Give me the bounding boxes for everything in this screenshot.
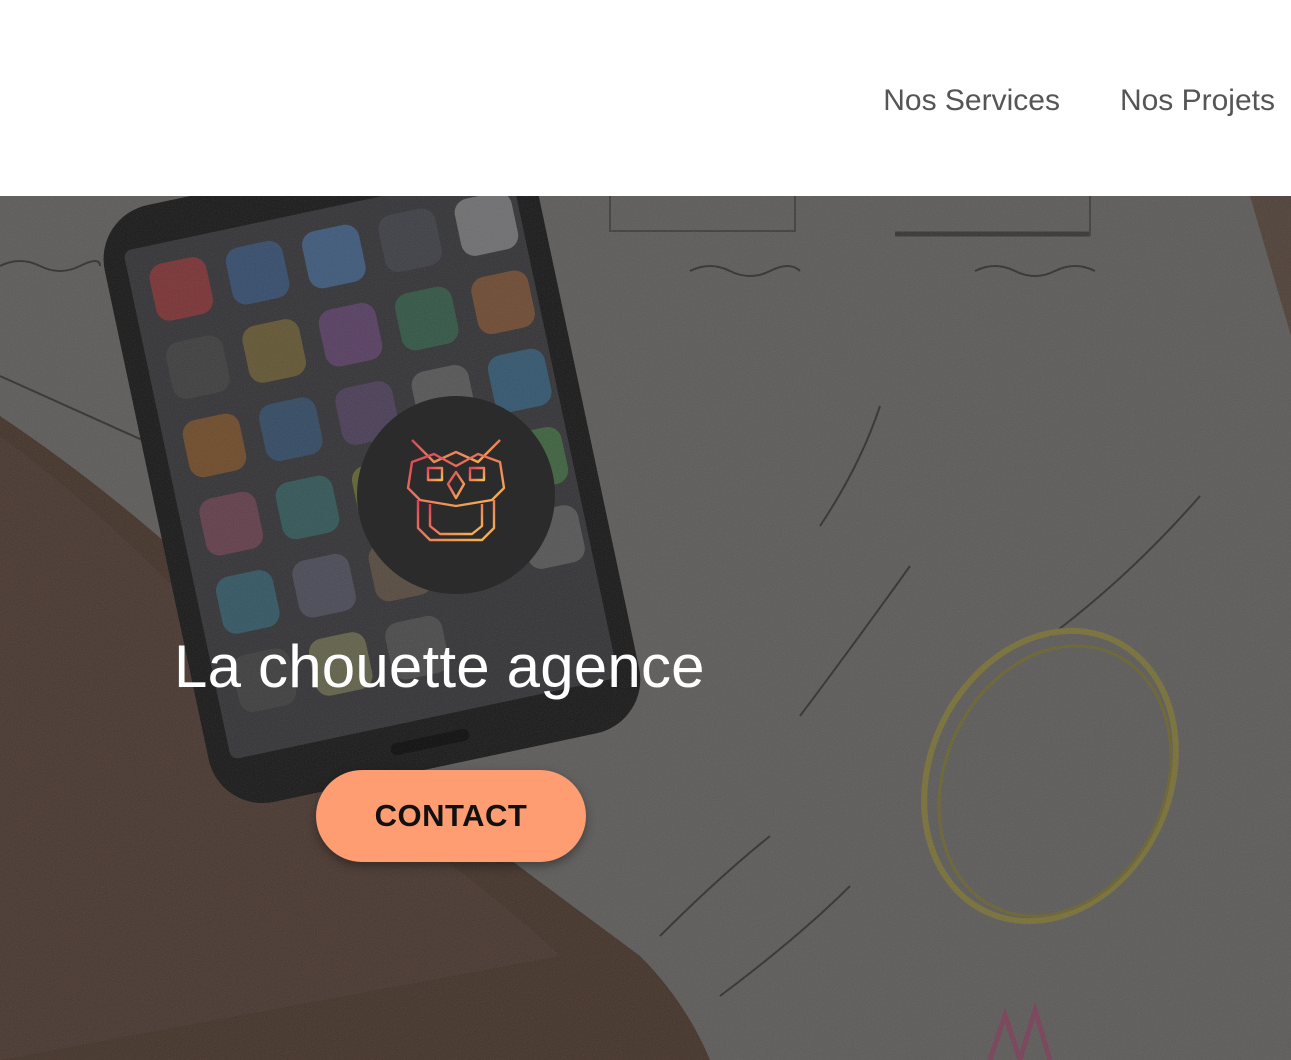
contact-button[interactable]: CONTACT	[316, 770, 586, 862]
hero-background-image	[0, 196, 1291, 1060]
main-nav: Nos Services Nos Projets	[883, 84, 1275, 118]
nav-link-services[interactable]: Nos Services	[883, 84, 1060, 118]
logo-badge	[357, 396, 555, 594]
owl-icon	[406, 439, 506, 552]
site-header: Nos Services Nos Projets	[0, 0, 1291, 196]
nav-link-projects[interactable]: Nos Projets	[1120, 84, 1275, 118]
hero-title: La chouette agence	[174, 633, 705, 700]
hero-section: La chouette agence CONTACT	[0, 196, 1291, 1060]
